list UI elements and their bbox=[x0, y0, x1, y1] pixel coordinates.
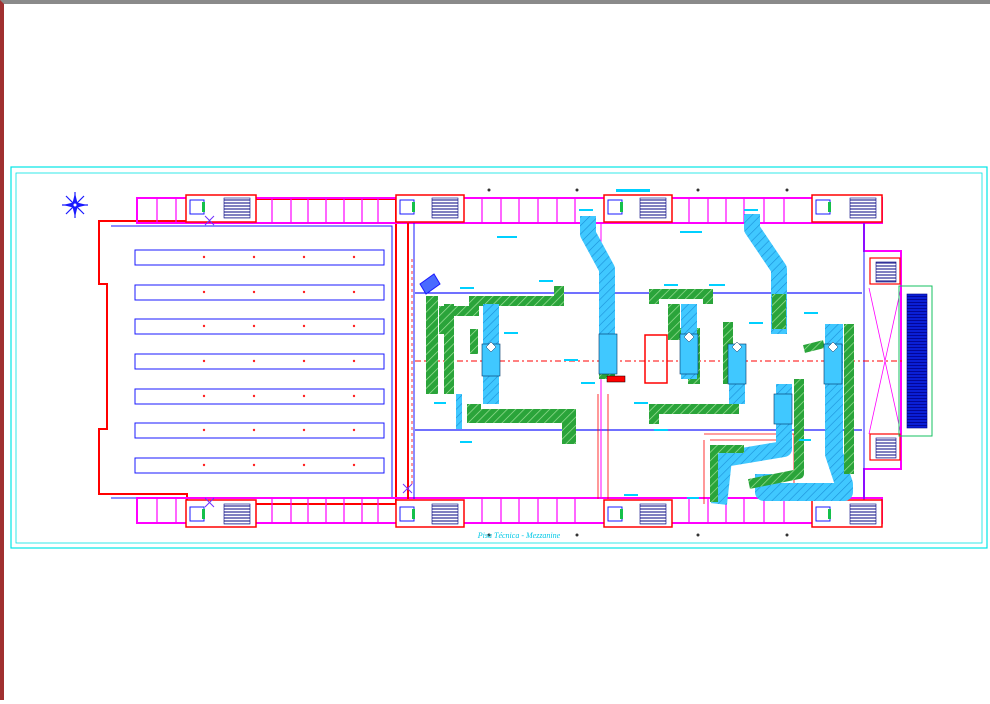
entrance-block bbox=[898, 285, 933, 437]
drawing-caption: Pisa Técnica - Mezzanine bbox=[477, 531, 561, 540]
compass-star-icon bbox=[62, 192, 88, 218]
ductwork bbox=[426, 214, 854, 505]
left-wing bbox=[98, 198, 397, 505]
floor-plan-drawing bbox=[10, 166, 988, 549]
cad-viewport[interactable]: Pisa Técnica - Mezzanine bbox=[0, 0, 990, 700]
door-swings bbox=[204, 215, 441, 508]
